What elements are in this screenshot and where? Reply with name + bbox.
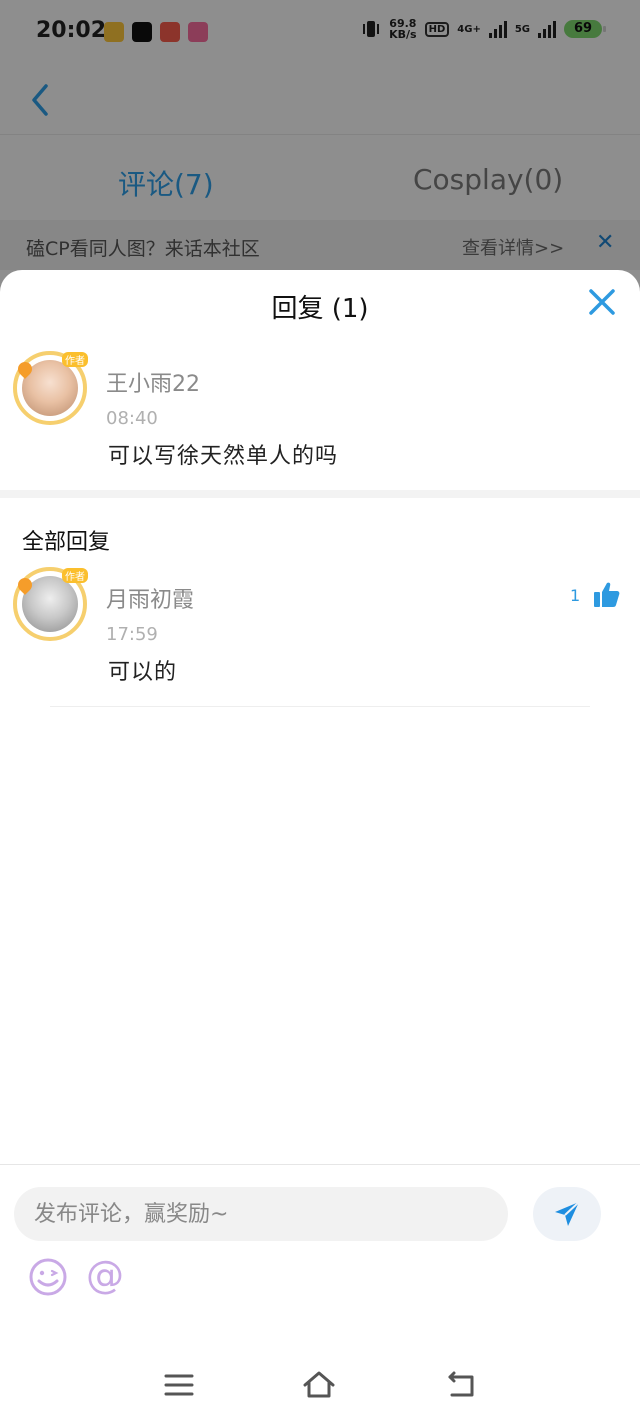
comment-input-area: @ xyxy=(0,1164,640,1350)
author-badge: 作者 xyxy=(62,568,88,583)
comment-input[interactable] xyxy=(14,1187,508,1241)
emoji-icon xyxy=(29,1258,67,1296)
reply-time: 17:59 xyxy=(106,624,158,645)
home-icon xyxy=(303,1371,335,1398)
section-divider xyxy=(0,490,640,498)
back-nav-button[interactable] xyxy=(444,1368,478,1402)
comment-username[interactable]: 王小雨22 xyxy=(106,366,200,398)
all-replies-title: 全部回复 xyxy=(22,530,111,555)
comment-time: 08:40 xyxy=(106,408,158,429)
reply-username[interactable]: 月雨初霞 xyxy=(106,582,194,614)
mention-button[interactable]: @ xyxy=(86,1253,124,1297)
system-nav-bar xyxy=(0,1348,640,1422)
sheet-title: 回复 (1) xyxy=(271,294,369,324)
avatar[interactable]: 作者 xyxy=(13,351,88,425)
menu-button[interactable] xyxy=(162,1368,196,1402)
like-button[interactable] xyxy=(592,580,622,610)
reply-text: 可以的 xyxy=(108,660,178,685)
comment-text: 可以写徐天然单人的吗 xyxy=(108,444,339,469)
author-badge: 作者 xyxy=(62,352,88,367)
close-button[interactable] xyxy=(586,286,618,318)
avatar[interactable]: 作者 xyxy=(13,567,88,641)
home-button[interactable] xyxy=(302,1368,336,1402)
like-thumb-icon xyxy=(594,582,620,607)
send-button[interactable] xyxy=(533,1187,601,1241)
menu-icon xyxy=(164,1374,194,1396)
emoji-button[interactable] xyxy=(28,1257,68,1297)
like-count: 1 xyxy=(570,586,581,605)
close-icon xyxy=(589,289,615,315)
send-icon xyxy=(555,1201,580,1226)
modal-overlay[interactable] xyxy=(0,0,640,300)
back-icon xyxy=(448,1371,474,1397)
row-divider xyxy=(50,706,590,707)
